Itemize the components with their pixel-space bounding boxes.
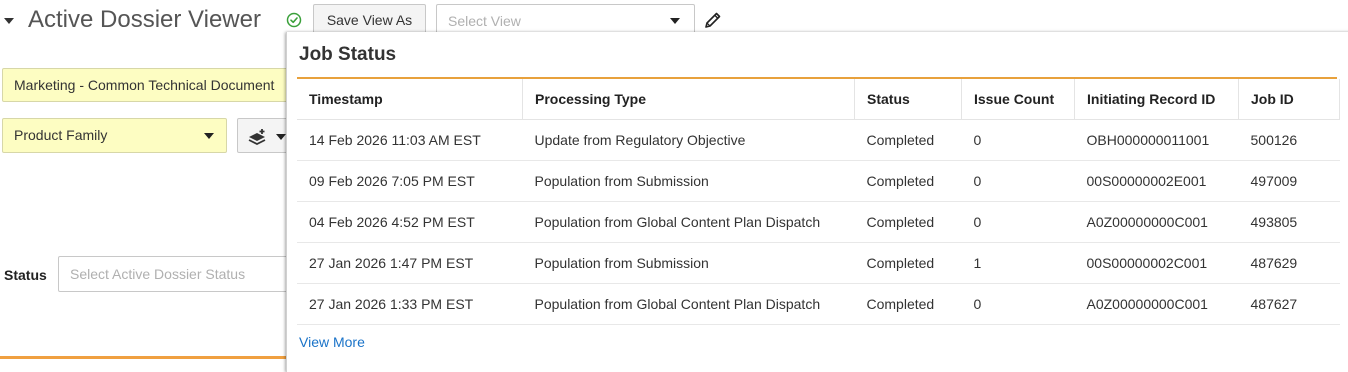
processing-type-cell: Population from Global Content Plan Disp… bbox=[522, 201, 855, 243]
timestamp-cell: 27 Jan 2026 1:33 PM EST bbox=[297, 283, 523, 325]
timestamp-cell: 09 Feb 2026 7:05 PM EST bbox=[297, 160, 523, 202]
issue-count-cell: 0 bbox=[961, 201, 1075, 243]
view-more-link[interactable]: View More bbox=[299, 334, 365, 350]
job-status-table: Timestamp Processing Type Status Issue C… bbox=[297, 79, 1340, 325]
initiating-record-id-cell: A0Z00000000C001 bbox=[1074, 201, 1239, 243]
column-header-initiating-record-id[interactable]: Initiating Record ID bbox=[1074, 79, 1239, 120]
table-row: 04 Feb 2026 4:52 PM EST Population from … bbox=[297, 201, 1340, 243]
status-placeholder: Select Active Dossier Status bbox=[70, 266, 246, 282]
page-title: Active Dossier Viewer bbox=[28, 6, 261, 33]
section-divider bbox=[0, 356, 300, 359]
initiating-record-id-cell: 00S00000002E001 bbox=[1074, 160, 1239, 202]
processing-type-cell: Update from Regulatory Objective bbox=[522, 119, 855, 161]
layers-add-icon bbox=[248, 129, 266, 146]
timestamp-cell: 27 Jan 2026 1:47 PM EST bbox=[297, 242, 523, 284]
collapse-caret-icon[interactable] bbox=[4, 18, 14, 24]
select-view-placeholder: Select View bbox=[448, 13, 521, 29]
job-id-cell: 500126 bbox=[1238, 119, 1340, 161]
status-label: Status bbox=[4, 267, 47, 283]
issue-count-cell: 0 bbox=[961, 119, 1075, 161]
table-row: 27 Jan 2026 1:47 PM EST Population from … bbox=[297, 242, 1340, 284]
table-header-row: Timestamp Processing Type Status Issue C… bbox=[297, 79, 1340, 120]
timestamp-cell: 04 Feb 2026 4:52 PM EST bbox=[297, 201, 523, 243]
job-id-cell: 493805 bbox=[1238, 201, 1340, 243]
table-row: 14 Feb 2026 11:03 AM EST Update from Reg… bbox=[297, 119, 1340, 161]
initiating-record-id-cell: A0Z00000000C001 bbox=[1074, 283, 1239, 325]
product-family-dropdown[interactable]: Product Family bbox=[2, 118, 227, 153]
pencil-icon[interactable] bbox=[703, 10, 723, 30]
chevron-down-icon bbox=[276, 134, 286, 140]
issue-count-cell: 0 bbox=[961, 283, 1075, 325]
status-cell: Completed bbox=[854, 201, 962, 243]
job-status-title: Job Status bbox=[299, 44, 397, 65]
check-circle-icon bbox=[286, 12, 302, 28]
column-header-status[interactable]: Status bbox=[854, 79, 962, 120]
status-cell: Completed bbox=[854, 283, 962, 325]
chevron-down-icon bbox=[204, 133, 214, 139]
processing-type-cell: Population from Submission bbox=[522, 160, 855, 202]
job-id-cell: 487627 bbox=[1238, 283, 1340, 325]
table-row: 27 Jan 2026 1:33 PM EST Population from … bbox=[297, 283, 1340, 325]
status-cell: Completed bbox=[854, 119, 962, 161]
processing-type-cell: Population from Submission bbox=[522, 242, 855, 284]
job-id-cell: 487629 bbox=[1238, 242, 1340, 284]
product-family-label: Product Family bbox=[14, 127, 108, 143]
issue-count-cell: 0 bbox=[961, 160, 1075, 202]
column-header-processing-type[interactable]: Processing Type bbox=[522, 79, 855, 120]
processing-type-cell: Population from Global Content Plan Disp… bbox=[522, 283, 855, 325]
job-id-cell: 497009 bbox=[1238, 160, 1340, 202]
chevron-down-icon bbox=[670, 18, 680, 24]
column-header-issue-count[interactable]: Issue Count bbox=[961, 79, 1075, 120]
marketing-chip[interactable]: Marketing - Common Technical Document bbox=[2, 68, 302, 102]
issue-count-cell: 1 bbox=[961, 242, 1075, 284]
timestamp-cell: 14 Feb 2026 11:03 AM EST bbox=[297, 119, 523, 161]
column-header-job-id[interactable]: Job ID bbox=[1238, 79, 1340, 120]
status-select[interactable]: Select Active Dossier Status bbox=[58, 256, 298, 292]
initiating-record-id-cell: OBH000000011001 bbox=[1074, 119, 1239, 161]
column-header-timestamp[interactable]: Timestamp bbox=[297, 79, 523, 120]
status-cell: Completed bbox=[854, 242, 962, 284]
table-row: 09 Feb 2026 7:05 PM EST Population from … bbox=[297, 160, 1340, 202]
status-cell: Completed bbox=[854, 160, 962, 202]
initiating-record-id-cell: 00S00000002C001 bbox=[1074, 242, 1239, 284]
job-status-popover: Job Status Timestamp Processing Type Sta… bbox=[286, 32, 1348, 372]
